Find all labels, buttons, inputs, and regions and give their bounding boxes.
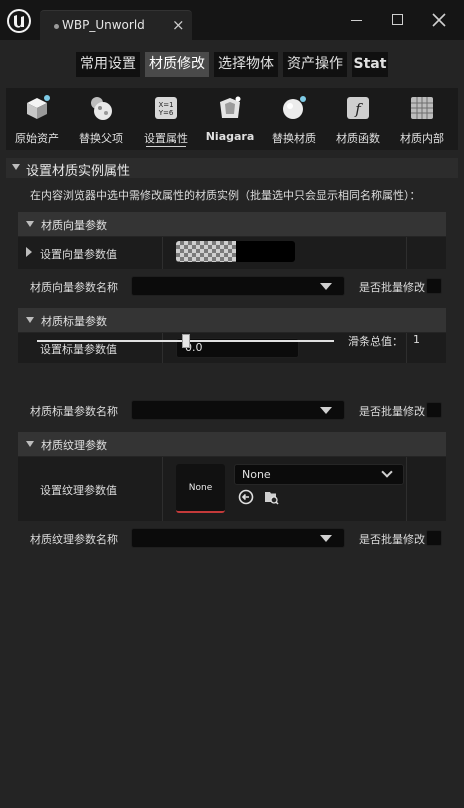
texture-name-label: 材质纹理参数名称 bbox=[30, 533, 118, 546]
tool-label: 设置属性 bbox=[144, 132, 188, 145]
slider-total-label: 滑条总值： bbox=[348, 335, 403, 348]
tool-label: 替换父项 bbox=[79, 132, 123, 145]
close-icon bbox=[432, 13, 446, 27]
unreal-logo-icon bbox=[7, 9, 31, 33]
document-tab[interactable]: WBP_Unworld × bbox=[40, 10, 192, 40]
collapse-arrow-icon bbox=[26, 317, 34, 323]
tool-label: 替换材质 bbox=[272, 132, 316, 145]
column-divider bbox=[162, 457, 163, 521]
tool-label: 原始资产 bbox=[15, 132, 59, 145]
chevron-down-icon bbox=[381, 466, 393, 478]
group-title: 材质纹理参数 bbox=[41, 439, 107, 452]
formula-icon: X=1 Y=6 bbox=[155, 97, 177, 119]
texture-select-value: None bbox=[242, 468, 271, 481]
function-icon: f bbox=[347, 97, 369, 119]
collapse-arrow-icon bbox=[26, 221, 34, 227]
tool-material-internal[interactable]: 材质内部 bbox=[392, 88, 452, 150]
color-fill bbox=[236, 241, 295, 262]
texture-value-label: 设置纹理参数值 bbox=[40, 484, 117, 497]
dropdown-caret-icon bbox=[320, 407, 332, 414]
texture-name-dropdown[interactable] bbox=[131, 528, 345, 548]
collapse-arrow-icon bbox=[26, 441, 34, 447]
vector-batch-checkbox[interactable] bbox=[426, 278, 442, 294]
slider-total-value: 1 bbox=[413, 333, 420, 346]
svg-text:X=1: X=1 bbox=[158, 101, 173, 109]
vector-batch-label: 是否批量修改 bbox=[359, 281, 425, 294]
section-header[interactable]: 设置材质实例属性 bbox=[6, 158, 458, 179]
tool-label: Niagara bbox=[205, 130, 255, 143]
scalar-batch-label: 是否批量修改 bbox=[359, 405, 425, 418]
tool-replace-material[interactable]: 替换材质 bbox=[264, 88, 324, 150]
maximize-button[interactable] bbox=[387, 10, 407, 30]
group-title: 材质标量参数 bbox=[41, 315, 107, 328]
scalar-value-label: 设置标量参数值 bbox=[40, 343, 117, 356]
tool-label: 材质内部 bbox=[400, 132, 444, 145]
tool-label: 材质函数 bbox=[336, 132, 380, 145]
minimize-button[interactable] bbox=[346, 10, 366, 30]
vector-color-swatch[interactable] bbox=[176, 241, 295, 262]
dropdown-caret-icon bbox=[320, 283, 332, 290]
scalar-name-dropdown[interactable] bbox=[131, 400, 345, 420]
document-tab-title: WBP_Unworld bbox=[62, 18, 145, 32]
texture-thumbnail[interactable]: None bbox=[176, 464, 225, 513]
column-divider bbox=[162, 237, 163, 269]
material-sphere-icon bbox=[283, 96, 306, 119]
niagara-icon bbox=[220, 96, 241, 118]
vector-name-label: 材质向量参数名称 bbox=[30, 281, 118, 294]
column-divider bbox=[406, 237, 407, 269]
expand-arrow-icon[interactable] bbox=[26, 247, 32, 257]
collapse-arrow-icon bbox=[12, 164, 20, 170]
sphere-replace-icon bbox=[91, 97, 112, 120]
svg-text:Y=6: Y=6 bbox=[158, 109, 174, 117]
tab-stat[interactable]: Stat bbox=[352, 52, 388, 77]
tab-asset-operations[interactable]: 资产操作 bbox=[283, 52, 347, 77]
alpha-checker bbox=[176, 241, 236, 262]
tab-common-settings[interactable]: 常用设置 bbox=[76, 52, 140, 77]
section-title: 设置材质实例属性 bbox=[26, 164, 131, 179]
texture-group-header[interactable]: 材质纹理参数 bbox=[18, 432, 446, 456]
column-divider bbox=[406, 457, 407, 521]
use-selected-asset-icon[interactable] bbox=[238, 489, 254, 505]
grid-icon bbox=[411, 97, 433, 119]
texture-select[interactable]: None bbox=[234, 464, 404, 485]
texture-thumbnail-text: None bbox=[188, 483, 213, 493]
dropdown-caret-icon bbox=[320, 535, 332, 542]
minimize-icon bbox=[350, 20, 362, 21]
main-panel: 常用设置 材质修改 选择物体 资产操作 Stat 原始资产 替换父项 X=1 Y… bbox=[0, 40, 464, 808]
texture-batch-label: 是否批量修改 bbox=[359, 533, 425, 546]
tool-original-asset[interactable]: 原始资产 bbox=[7, 88, 67, 150]
browse-asset-icon[interactable] bbox=[263, 489, 279, 505]
scalar-group-header[interactable]: 材质标量参数 bbox=[18, 308, 446, 332]
tab-close-icon[interactable]: × bbox=[172, 16, 185, 34]
column-divider bbox=[162, 333, 163, 363]
texture-batch-checkbox[interactable] bbox=[426, 530, 442, 546]
tool-set-property[interactable]: X=1 Y=6 设置属性 bbox=[136, 88, 196, 150]
close-window-button[interactable] bbox=[429, 10, 449, 30]
tool-row: 原始资产 替换父项 X=1 Y=6 设置属性 Niagara 替换材质 f 材质… bbox=[6, 88, 458, 150]
tool-material-function[interactable]: f 材质函数 bbox=[328, 88, 388, 150]
vector-name-dropdown[interactable] bbox=[131, 276, 345, 296]
tab-select-objects[interactable]: 选择物体 bbox=[214, 52, 278, 77]
selected-underline bbox=[146, 146, 186, 147]
title-bar: WBP_Unworld × bbox=[0, 0, 464, 40]
tool-replace-parent[interactable]: 替换父项 bbox=[71, 88, 131, 150]
vector-value-label: 设置向量参数值 bbox=[40, 248, 117, 261]
cube-icon bbox=[27, 95, 50, 119]
scalar-name-label: 材质标量参数名称 bbox=[30, 405, 118, 418]
group-title: 材质向量参数 bbox=[41, 219, 107, 232]
tab-material-modify[interactable]: 材质修改 bbox=[145, 52, 209, 77]
maximize-icon bbox=[391, 14, 403, 25]
section-info-text: 在内容浏览器中选中需修改属性的材质实例（批量选中只会显示相同名称属性）： bbox=[30, 189, 421, 202]
scalar-slider-thumb[interactable] bbox=[181, 334, 190, 348]
column-divider bbox=[406, 333, 407, 363]
vector-group-header[interactable]: 材质向量参数 bbox=[18, 212, 446, 236]
tab-dot-icon bbox=[54, 24, 59, 29]
tool-niagara[interactable]: Niagara bbox=[200, 88, 260, 150]
scalar-batch-checkbox[interactable] bbox=[426, 402, 442, 418]
